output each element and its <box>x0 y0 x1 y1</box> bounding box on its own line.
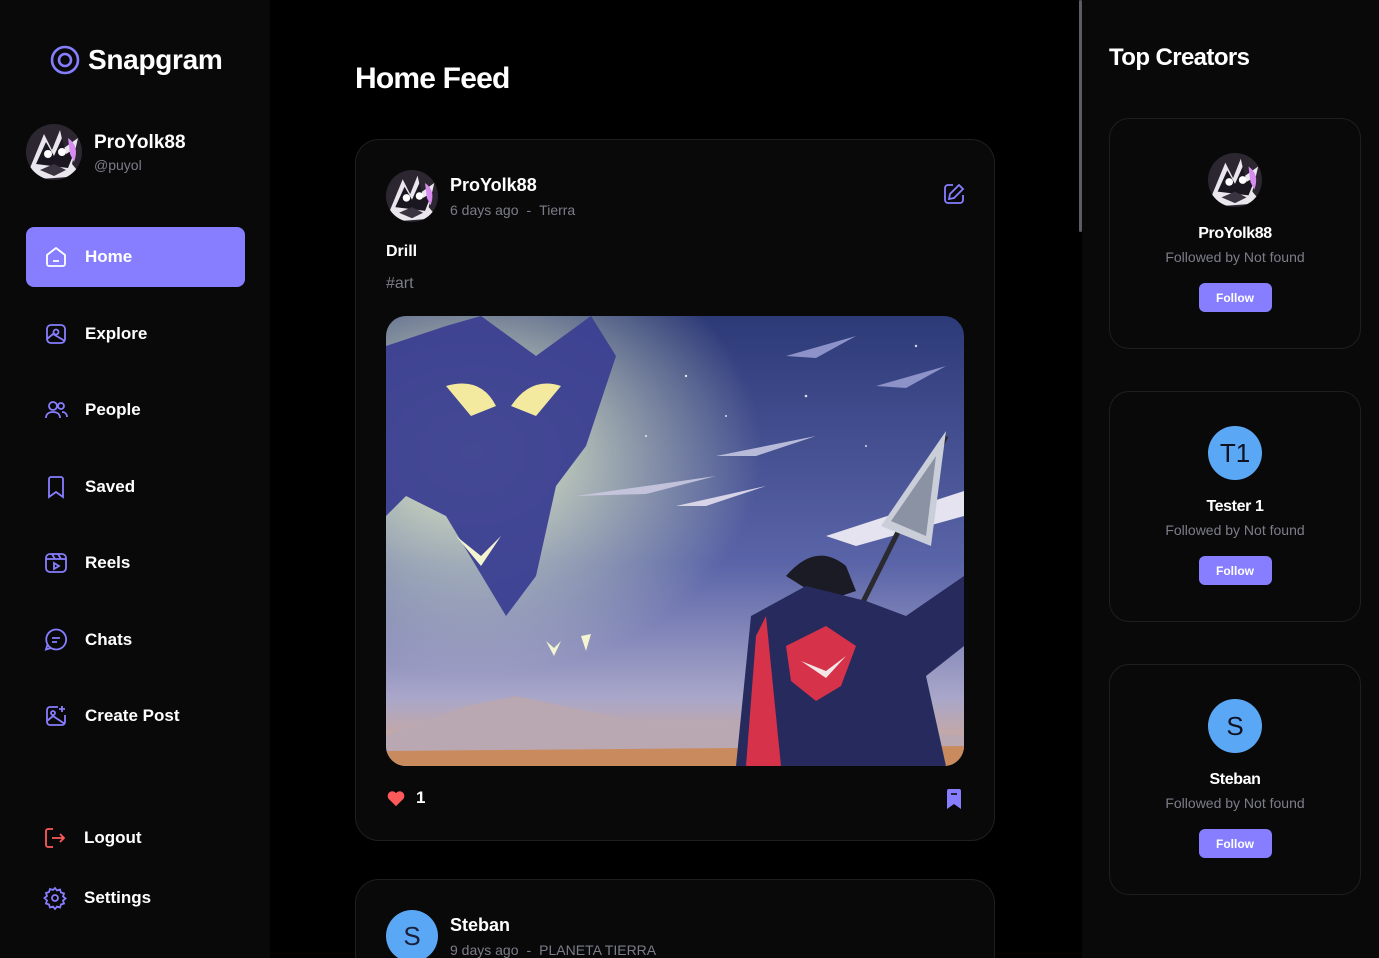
post-card: ProYolk88 6 days ago - Tierra Drill #art <box>355 139 995 841</box>
creator-card[interactable]: S Steban Followed by Not found Follow <box>1109 664 1361 895</box>
nav-label: Chats <box>85 629 133 649</box>
avatar[interactable] <box>386 170 438 222</box>
logout-label: Logout <box>84 828 142 847</box>
gear-icon <box>42 885 68 911</box>
main-nav: Home Explore People Saved Reels Chats Cr… <box>26 227 245 763</box>
nav-item-chats[interactable]: Chats <box>26 610 245 670</box>
post-author[interactable]: ProYolk88 <box>450 175 575 196</box>
page-title: Home Feed <box>355 62 510 95</box>
avatar: S <box>1208 699 1262 753</box>
avatar: T1 <box>1208 426 1262 480</box>
left-sidebar: Snapgram ProYolk88 @puyol Home Explore P… <box>0 0 270 958</box>
user-profile[interactable]: ProYolk88 @puyol <box>26 124 186 180</box>
post-card: S Steban 9 days ago - PLANETA TIERRA <box>355 879 995 958</box>
post-header: ProYolk88 6 days ago - Tierra <box>386 170 575 222</box>
nav-item-create-post[interactable]: Create Post <box>26 686 245 746</box>
top-creators-title: Top Creators <box>1109 44 1250 71</box>
creator-name: Steban <box>1209 771 1261 788</box>
post-meta: 9 days ago - PLANETA TIERRA <box>450 942 656 958</box>
post-author[interactable]: Steban <box>450 915 656 936</box>
avatar <box>1208 153 1262 207</box>
nav-label: Explore <box>85 323 148 343</box>
creator-name: Tester 1 <box>1206 498 1264 515</box>
nav-item-home[interactable]: Home <box>26 227 245 287</box>
home-icon <box>43 244 69 270</box>
profile-name: ProYolk88 <box>94 131 186 153</box>
meta-separator: - <box>526 201 532 218</box>
creator-card[interactable]: T1 Tester 1 Followed by Not found Follow <box>1109 391 1361 622</box>
nav-label: Home <box>85 247 133 266</box>
follow-button[interactable]: Follow <box>1198 556 1272 585</box>
avatar <box>26 124 82 180</box>
heart-icon <box>387 791 405 807</box>
avatar[interactable]: S <box>386 910 438 958</box>
edit-icon[interactable] <box>942 182 966 206</box>
post-header: S Steban 9 days ago - PLANETA TIERRA <box>386 910 656 958</box>
post-tags[interactable]: #art <box>386 275 414 293</box>
follow-button[interactable]: Follow <box>1198 829 1272 858</box>
nav-label: Reels <box>85 553 131 572</box>
creator-card[interactable]: ProYolk88 Followed by Not found Follow <box>1109 118 1361 349</box>
post-image[interactable] <box>386 316 964 766</box>
creator-subtitle: Followed by Not found <box>1165 249 1305 265</box>
logout-button[interactable]: Logout <box>26 818 245 858</box>
right-sidebar: Top Creators ProYolk88 Followed by Not f… <box>1082 0 1379 958</box>
settings-label: Settings <box>84 888 152 907</box>
bookmark-icon[interactable] <box>944 788 964 810</box>
nav-item-people[interactable]: People <box>26 380 245 440</box>
home-feed: Home Feed ProYolk88 6 days ago - Tierra … <box>270 0 1080 958</box>
app-name: Snapgram <box>88 44 223 75</box>
app-logo[interactable]: Snapgram <box>50 44 223 76</box>
nav-label: Saved <box>85 476 136 496</box>
chat-icon <box>43 627 69 653</box>
like-button[interactable]: 1 <box>386 788 425 808</box>
bookmark-icon <box>43 474 69 500</box>
creator-subtitle: Followed by Not found <box>1165 795 1305 811</box>
nav-item-explore[interactable]: Explore <box>26 304 245 364</box>
follow-button[interactable]: Follow <box>1198 283 1272 312</box>
creator-subtitle: Followed by Not found <box>1165 522 1305 538</box>
creator-name: ProYolk88 <box>1198 225 1272 242</box>
bottom-nav: Logout Settings <box>26 818 245 918</box>
nav-label: Create Post <box>85 706 180 725</box>
post-time: 9 days ago <box>450 941 519 958</box>
add-image-icon <box>43 703 69 729</box>
nav-label: People <box>85 400 141 419</box>
post-time: 6 days ago <box>450 201 519 218</box>
nav-item-reels[interactable]: Reels <box>26 533 245 593</box>
reels-icon <box>43 550 69 576</box>
nav-item-saved[interactable]: Saved <box>26 457 245 517</box>
camera-ring-icon <box>50 45 80 75</box>
profile-handle: @puyol <box>94 156 142 173</box>
post-caption: Drill <box>386 243 418 260</box>
post-location: PLANETA TIERRA <box>539 941 657 958</box>
logout-icon <box>42 825 68 851</box>
settings-button[interactable]: Settings <box>26 878 245 918</box>
gallery-icon <box>43 321 69 347</box>
meta-separator: - <box>526 941 532 958</box>
post-location: Tierra <box>539 201 576 218</box>
like-count: 1 <box>416 788 426 807</box>
post-meta: 6 days ago - Tierra <box>450 202 575 218</box>
people-icon <box>43 397 69 423</box>
